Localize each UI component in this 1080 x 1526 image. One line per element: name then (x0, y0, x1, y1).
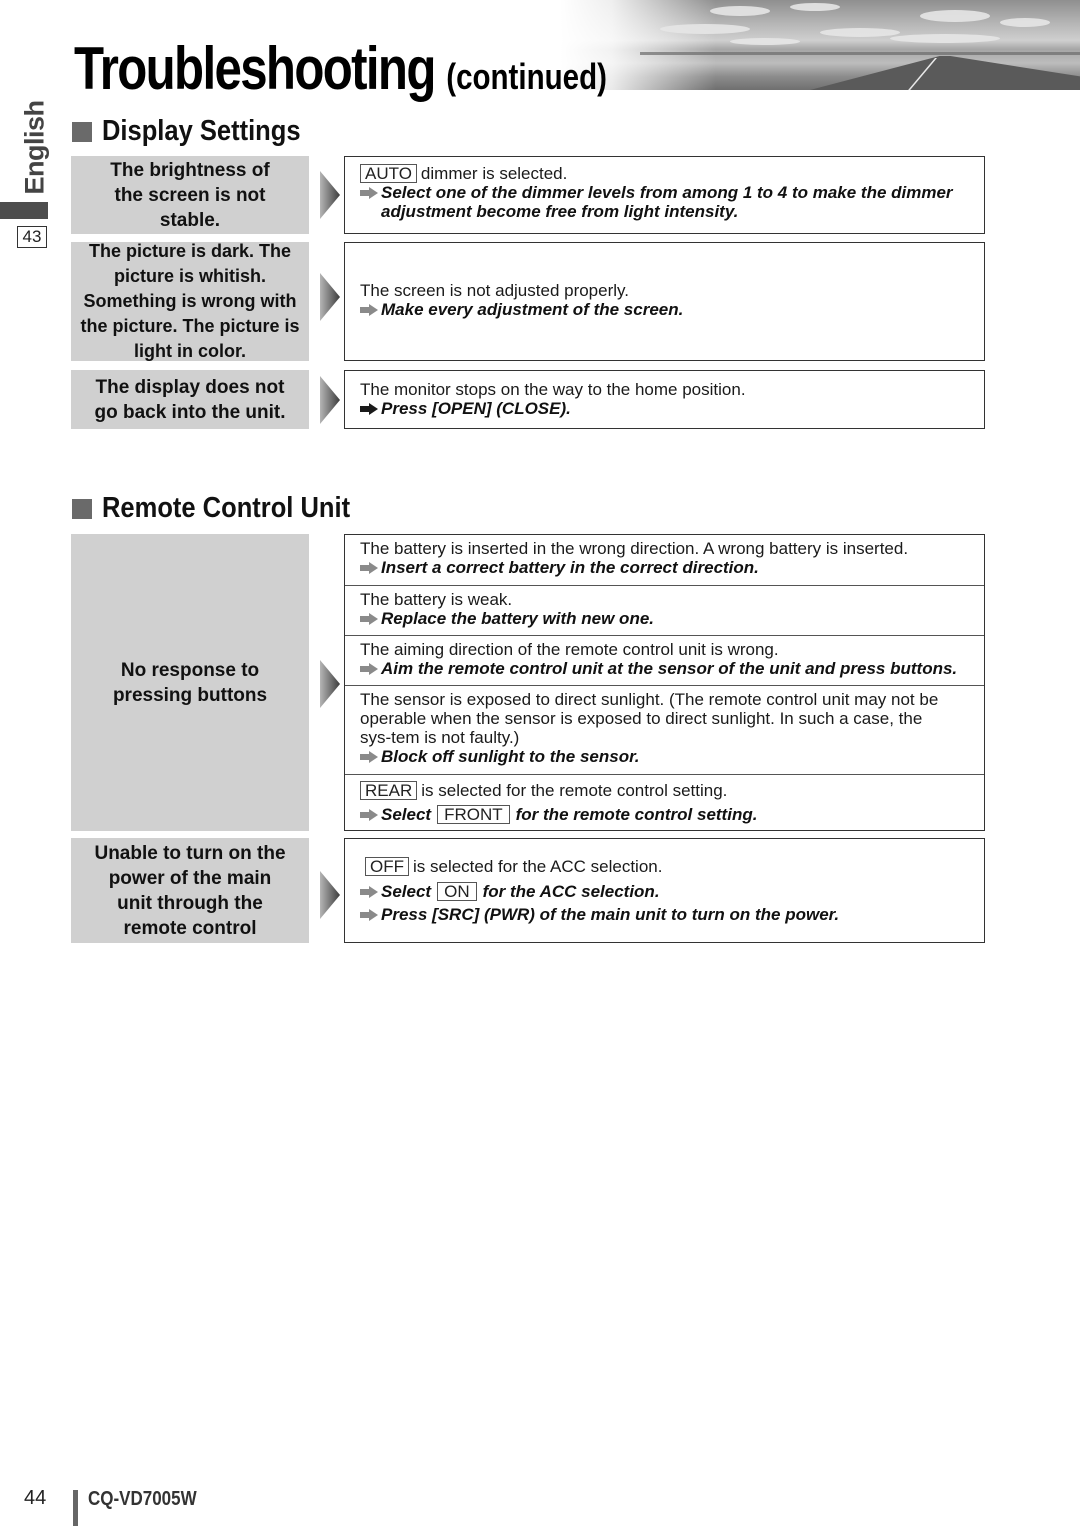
remedy-entry: The aiming direction of the remote contr… (345, 635, 984, 685)
fix-text: Aim the remote control unit at the senso… (381, 659, 958, 678)
setting-key-front: FRONT (437, 805, 510, 824)
page-title: Troubleshooting (continued) (74, 34, 607, 103)
model-number: CQ-VD7005W (88, 1488, 197, 1510)
setting-key-off: OFF (365, 857, 409, 876)
remedy-entry: The battery is inserted in the wrong dir… (345, 535, 984, 585)
arrow-right-icon (360, 304, 379, 316)
arrow-right-icon (360, 403, 379, 415)
heading-square-icon (72, 121, 92, 142)
fix-text: Select (381, 805, 432, 824)
triangle-arrow-icon (320, 376, 340, 424)
cause-text: dimmer is selected. (420, 164, 568, 183)
section-heading-text: Display Settings (102, 115, 301, 147)
language-label: English (19, 100, 50, 195)
symptom-no-response: No response to pressing buttons (71, 534, 309, 831)
section-heading-remote-control: Remote Control Unit (72, 492, 384, 525)
triangle-arrow-icon (320, 660, 340, 708)
fix-text: Press [OPEN] (CLOSE). (381, 399, 571, 418)
language-tab: English (20, 100, 50, 195)
fix-text: Block off sunlight to the sensor. (381, 747, 640, 766)
cause-text: The monitor stops on the way to the home… (360, 380, 746, 399)
remedy-box: The monitor stops on the way to the home… (344, 370, 985, 429)
cause-text: The battery is weak. (360, 590, 513, 609)
fix-text-continued: adjustment become free from light intens… (381, 202, 739, 221)
symptom-text: The brightness of the screen is not stab… (110, 159, 270, 231)
arrow-right-icon (360, 187, 379, 199)
cause-text: The aiming direction of the remote contr… (360, 640, 779, 659)
cause-text: The sensor is exposed to direct sunlight… (360, 690, 939, 747)
triangle-arrow-icon (320, 273, 340, 321)
cause-text: is selected for the remote control setti… (421, 781, 728, 800)
symptom-picture-quality: The picture is dark. The picture is whit… (71, 241, 309, 361)
cause-text: is selected for the ACC selection. (413, 857, 663, 876)
remedy-entry: The battery is weak. Replace the battery… (345, 585, 984, 635)
setting-key-on: ON (437, 882, 477, 901)
symptom-text: The picture is dark. The picture is whit… (80, 241, 300, 361)
heading-square-icon (72, 498, 92, 519)
section-heading-display-settings: Display Settings (72, 115, 328, 148)
page-number: 44 (24, 1487, 47, 1509)
section-heading-text: Remote Control Unit (102, 492, 351, 524)
triangle-arrow-icon (320, 171, 340, 219)
arrow-right-icon (360, 909, 379, 921)
remedy-box: The screen is not adjusted properly. Mak… (344, 242, 985, 361)
page-title-suffix: (continued) (446, 56, 607, 97)
triangle-arrow-icon (320, 871, 340, 919)
header-banner-image (560, 0, 1080, 90)
fix-text: for the remote control setting. (515, 805, 758, 824)
symptom-text: No response to pressing buttons (112, 659, 268, 706)
symptom-power-via-remote: Unable to turn on the power of the main … (71, 838, 309, 943)
remedy-box: The battery is inserted in the wrong dir… (344, 534, 985, 831)
symptom-text: The display does not go back into the un… (94, 376, 286, 423)
fix-text: Select (381, 882, 432, 901)
setting-key-rear: REAR (360, 781, 418, 800)
arrow-right-icon (360, 809, 379, 821)
arrow-right-icon (360, 663, 379, 675)
remedy-box: AUTO dimmer is selected. Select one of th… (344, 156, 985, 234)
fix-text: Replace the battery with new one. (381, 609, 655, 628)
page-title-main: Troubleshooting (74, 35, 436, 102)
remedy-entry: The monitor stops on the way to the home… (345, 371, 984, 418)
remedy-entry: OFF is selected for the ACC selection. Se… (345, 839, 984, 926)
fix-text: Press [SRC] (PWR) of the main unit to tu… (381, 905, 840, 924)
remedy-entry: The screen is not adjusted properly. Mak… (345, 243, 984, 319)
fix-text: Select one of the dimmer levels from amo… (381, 183, 953, 202)
fix-text: Insert a correct battery in the correct … (381, 558, 759, 577)
section-number-badge: 43 (17, 226, 47, 248)
remedy-entry: AUTO dimmer is selected. Select one of th… (345, 157, 984, 221)
arrow-right-icon (360, 886, 379, 898)
arrow-right-icon (360, 562, 379, 574)
setting-key-auto: AUTO (360, 164, 417, 183)
fix-text: Make every adjustment of the screen. (381, 300, 684, 319)
arrow-right-icon (360, 751, 379, 763)
remedy-entry: REAR is selected for the remote control s… (345, 774, 984, 829)
language-tab-bar (0, 202, 48, 219)
symptom-text: Unable to turn on the power of the main … (94, 842, 286, 939)
symptom-brightness-unstable: The brightness of the screen is not stab… (71, 156, 309, 234)
footer-divider (73, 1490, 78, 1526)
arrow-right-icon (360, 613, 379, 625)
remedy-box: OFF is selected for the ACC selection. Se… (344, 838, 985, 943)
cause-text: The screen is not adjusted properly. (360, 281, 629, 300)
symptom-display-not-retracting: The display does not go back into the un… (71, 370, 309, 429)
cause-text: The battery is inserted in the wrong dir… (360, 539, 909, 558)
fix-text: for the ACC selection. (482, 882, 660, 901)
remedy-entry: The sensor is exposed to direct sunlight… (345, 685, 984, 774)
